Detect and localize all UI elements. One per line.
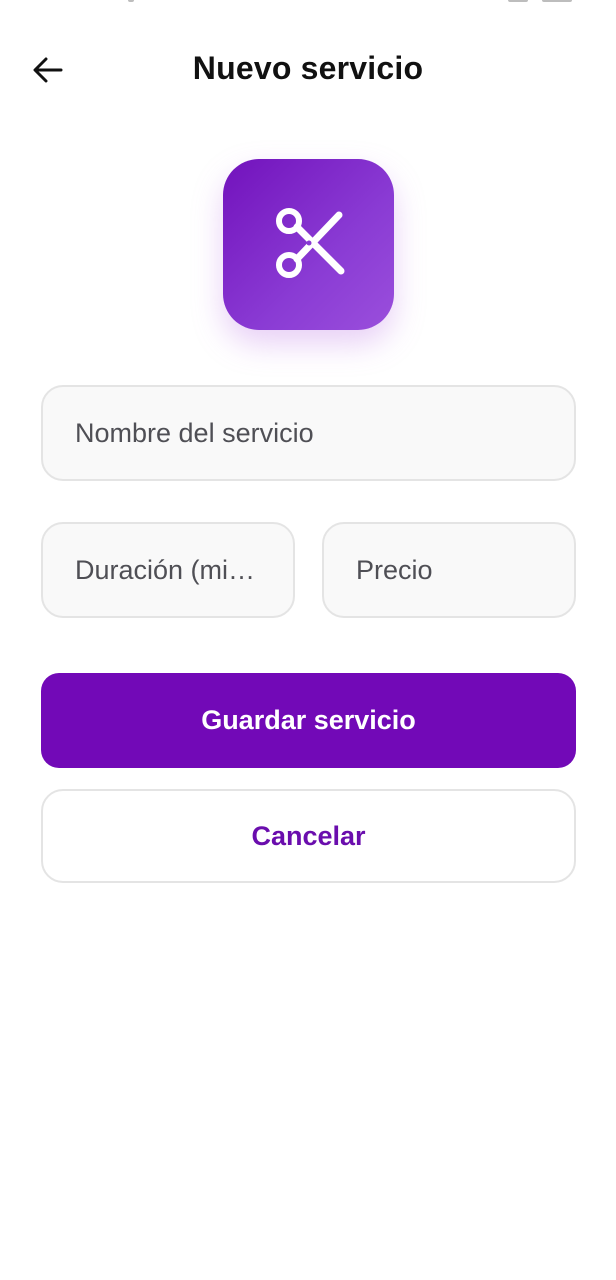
price-input[interactable] [324, 524, 574, 616]
app-header: Nuevo servicio [0, 30, 616, 110]
service-name-field[interactable] [41, 385, 576, 481]
signal-icon [508, 0, 528, 2]
status-icon [128, 0, 134, 2]
scissors-icon [275, 207, 344, 278]
service-icon-tile [223, 159, 394, 330]
duration-field[interactable] [41, 522, 295, 618]
duration-input[interactable] [43, 524, 293, 616]
price-field[interactable] [322, 522, 576, 618]
status-bar [0, 0, 616, 8]
battery-icon [542, 0, 572, 2]
cancel-button[interactable]: Cancelar [41, 789, 576, 883]
service-name-input[interactable] [43, 387, 574, 479]
save-service-button[interactable]: Guardar servicio [41, 673, 576, 768]
page-title: Nuevo servicio [192, 50, 424, 86]
